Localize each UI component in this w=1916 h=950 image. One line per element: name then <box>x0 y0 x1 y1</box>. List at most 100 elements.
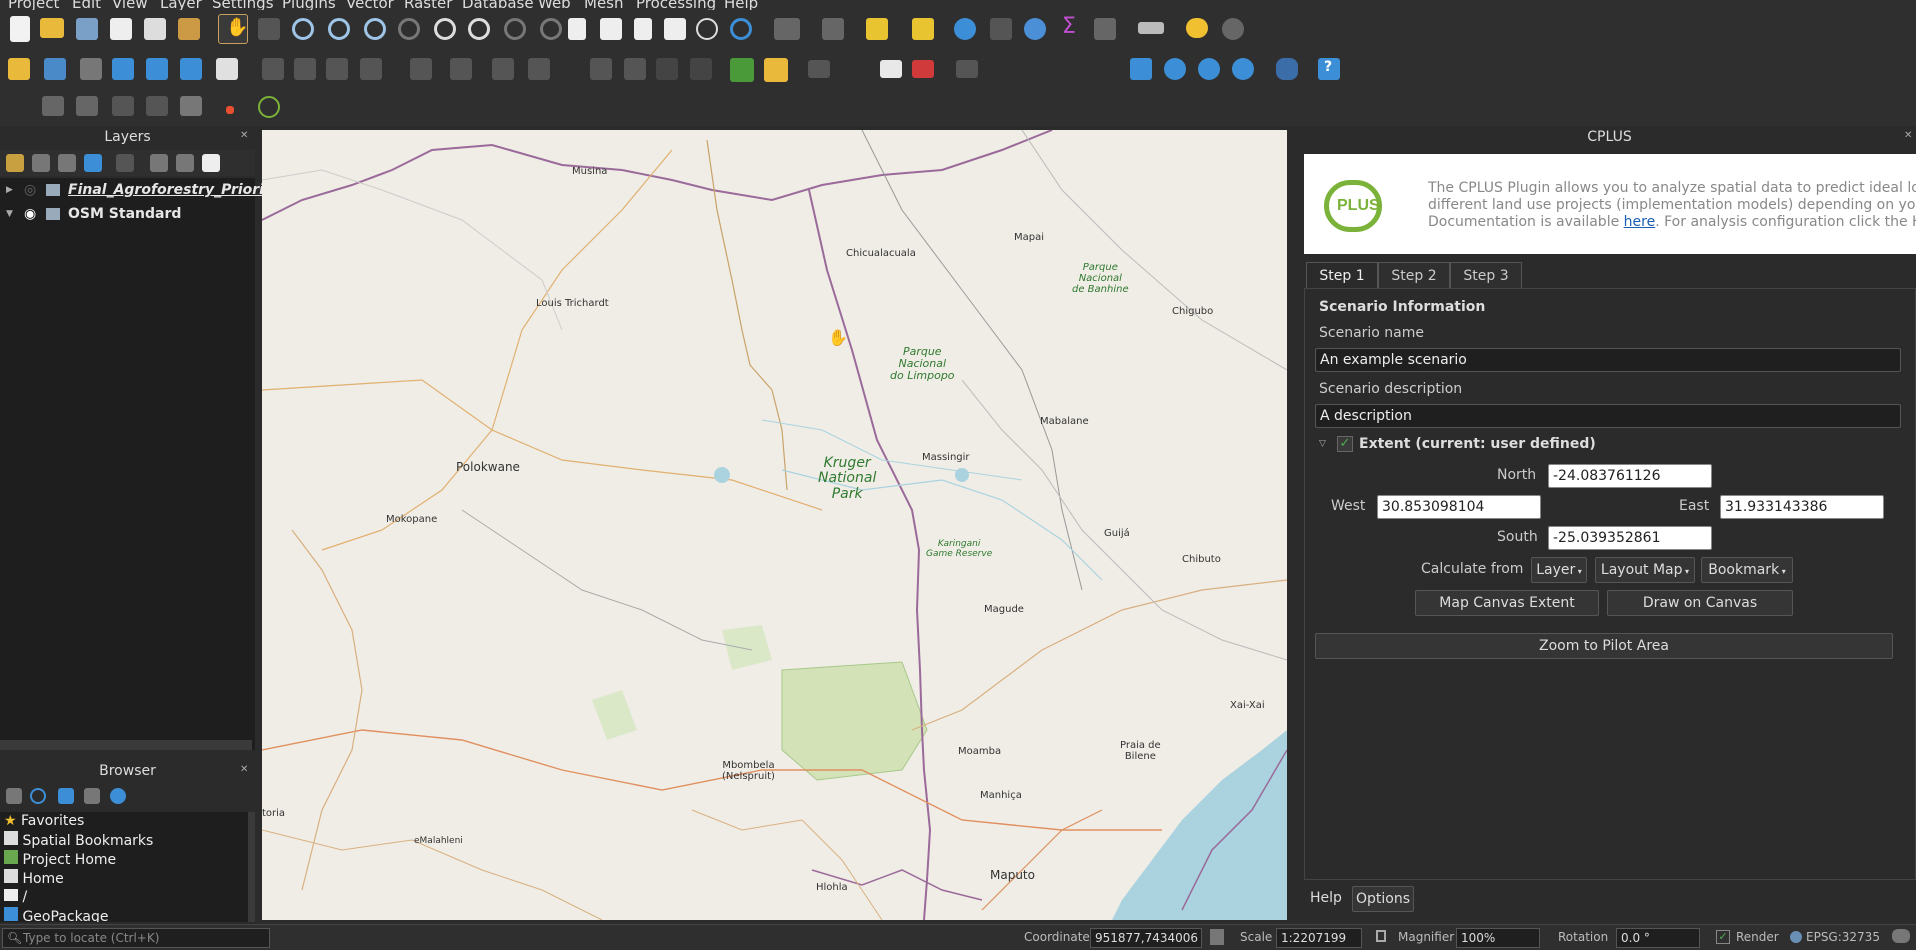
tab-step-3[interactable]: Step 3 <box>1450 262 1522 288</box>
close-icon[interactable]: ✕ <box>240 764 248 775</box>
save-as-icon[interactable] <box>110 18 132 40</box>
draw-on-canvas-button[interactable]: Draw on Canvas <box>1607 590 1793 616</box>
undo-icon[interactable] <box>656 58 678 80</box>
west-input[interactable]: 30.853098104 <box>1377 495 1541 519</box>
pan-to-selection-icon[interactable] <box>258 18 280 40</box>
zoom-rubberband-icon[interactable] <box>364 18 386 40</box>
browser-item-home[interactable]: Home <box>4 869 64 888</box>
expand-arrow-icon[interactable]: ▶ <box>6 178 13 202</box>
layer-diagram-icon[interactable] <box>912 60 934 78</box>
vertex-tool-icon[interactable] <box>410 58 432 80</box>
east-input[interactable]: 31.933143386 <box>1720 495 1884 519</box>
help-button[interactable]: Help <box>1304 886 1348 912</box>
zoom-out-icon[interactable] <box>328 18 350 40</box>
quickmapservices-icon[interactable] <box>1164 58 1186 80</box>
zoom-native-icon[interactable] <box>504 18 526 40</box>
new-layout-icon[interactable] <box>76 96 98 116</box>
browser-item-favorites[interactable]: ★ Favorites <box>4 812 84 831</box>
select-location-icon[interactable] <box>912 18 934 40</box>
options-button[interactable]: Options <box>1352 886 1414 912</box>
visible-eye-icon[interactable]: ◉ <box>24 202 36 226</box>
calc-bookmark-button[interactable]: Bookmark ▾ <box>1701 557 1793 583</box>
map-canvas-extent-button[interactable]: Map Canvas Extent <box>1415 590 1599 616</box>
scenario-description-input[interactable]: A description <box>1315 404 1901 428</box>
scenario-name-input[interactable]: An example scenario <box>1315 348 1901 372</box>
calc-layer-button[interactable]: Layer ▾ <box>1531 557 1587 583</box>
paste-icon[interactable] <box>624 58 646 80</box>
vertical-scrollbar[interactable] <box>248 812 255 922</box>
pan-map-icon[interactable]: ✋ <box>218 14 248 44</box>
style-manager-icon[interactable] <box>178 18 200 40</box>
add-raster-icon[interactable] <box>146 58 168 80</box>
add-mesh-icon[interactable] <box>180 58 202 80</box>
edits-icon[interactable] <box>262 58 284 80</box>
label-toolbar-icon[interactable] <box>808 60 830 78</box>
add-wms-icon[interactable] <box>216 58 238 80</box>
cut-icon[interactable] <box>528 58 550 80</box>
new-geopackage-icon[interactable] <box>44 58 66 80</box>
tab-step-1[interactable]: Step 1 <box>1306 262 1378 288</box>
coordinate-input[interactable]: 951877,7434006 <box>1090 928 1202 948</box>
manage-visibility-icon[interactable] <box>58 154 76 172</box>
new-3d-map-icon[interactable] <box>600 18 622 40</box>
python-console-icon[interactable] <box>1276 58 1298 80</box>
messages-icon[interactable] <box>1892 929 1910 943</box>
statistics-sum-icon[interactable]: Σ <box>1062 14 1076 39</box>
browser-item-root[interactable]: / <box>4 888 27 907</box>
collapse-arrow-icon[interactable]: ▽ <box>1319 439 1326 449</box>
web-search-icon[interactable] <box>1198 58 1220 80</box>
bookmark-icon[interactable] <box>634 18 652 40</box>
attribute-table-icon[interactable] <box>1094 18 1116 40</box>
identify-icon[interactable] <box>954 18 976 40</box>
properties-icon[interactable] <box>110 788 126 804</box>
north-input[interactable]: -24.083761126 <box>1548 464 1712 488</box>
measure-icon[interactable] <box>1138 22 1164 34</box>
zoom-layer-icon[interactable] <box>468 18 490 40</box>
graphical-modeler-icon[interactable] <box>764 58 788 82</box>
locator-search-input[interactable]: 🔍︎ Type to locate (Ctrl+K) <box>2 928 270 948</box>
open-project-icon[interactable] <box>40 18 64 38</box>
zoom-full-icon[interactable] <box>398 18 420 40</box>
delete-selected-icon[interactable] <box>492 58 514 80</box>
wand-select-icon[interactable] <box>146 96 168 116</box>
data-source-manager-icon[interactable] <box>8 58 30 80</box>
zoom-last-icon[interactable] <box>540 18 562 40</box>
expand-all-icon[interactable] <box>150 154 168 172</box>
browser-item-geopackage[interactable]: GeoPackage <box>4 907 109 922</box>
layer-row-osm[interactable]: ▼ ◉ OSM Standard <box>0 202 255 226</box>
actions-icon[interactable] <box>990 18 1012 40</box>
south-input[interactable]: -25.039352861 <box>1548 526 1712 550</box>
tab-step-2[interactable]: Step 2 <box>1378 262 1450 288</box>
crs-globe-icon[interactable] <box>1790 931 1802 943</box>
horizontal-scrollbar[interactable] <box>0 740 252 750</box>
select-by-value-icon[interactable] <box>822 18 844 40</box>
digitize-icon[interactable] <box>360 58 382 80</box>
hidden-eye-icon[interactable]: ◎ <box>24 178 36 202</box>
render-checkbox[interactable]: ✓ <box>1716 930 1730 944</box>
expand-arrow-icon[interactable]: ▼ <box>6 202 13 226</box>
deselect-icon[interactable] <box>866 18 888 40</box>
magnifier-input[interactable]: 100% <box>1456 928 1540 948</box>
magic-wand-icon[interactable] <box>112 96 134 116</box>
save-project-icon[interactable] <box>76 18 98 40</box>
save-edits-icon[interactable] <box>326 58 348 80</box>
collapse-all-icon[interactable] <box>84 788 100 804</box>
new-project-icon[interactable] <box>10 16 30 42</box>
georeferencer-icon[interactable] <box>1130 58 1152 80</box>
filter-icon[interactable] <box>58 788 74 804</box>
cplus-extra-icon[interactable] <box>180 96 202 116</box>
crs-label[interactable]: EPSG:32735 <box>1806 930 1880 944</box>
calc-layout-map-button[interactable]: Layout Map ▾ <box>1595 557 1695 583</box>
show-bookmarks-icon[interactable] <box>664 18 686 40</box>
new-shapefile-icon[interactable] <box>80 58 102 80</box>
open-layer-styling-icon[interactable] <box>6 154 24 172</box>
modify-attributes-icon[interactable] <box>450 58 472 80</box>
close-icon[interactable]: ✕ <box>1904 130 1912 141</box>
remove-layer-icon[interactable] <box>202 154 220 172</box>
temporal-controller-icon[interactable] <box>696 18 718 40</box>
cplus-plugin-icon[interactable] <box>258 96 280 118</box>
lock-icon[interactable] <box>1376 930 1386 942</box>
browser-item-bookmarks[interactable]: Spatial Bookmarks <box>4 831 153 850</box>
documentation-link[interactable]: here <box>1624 214 1656 230</box>
refresh-icon[interactable] <box>730 18 752 40</box>
